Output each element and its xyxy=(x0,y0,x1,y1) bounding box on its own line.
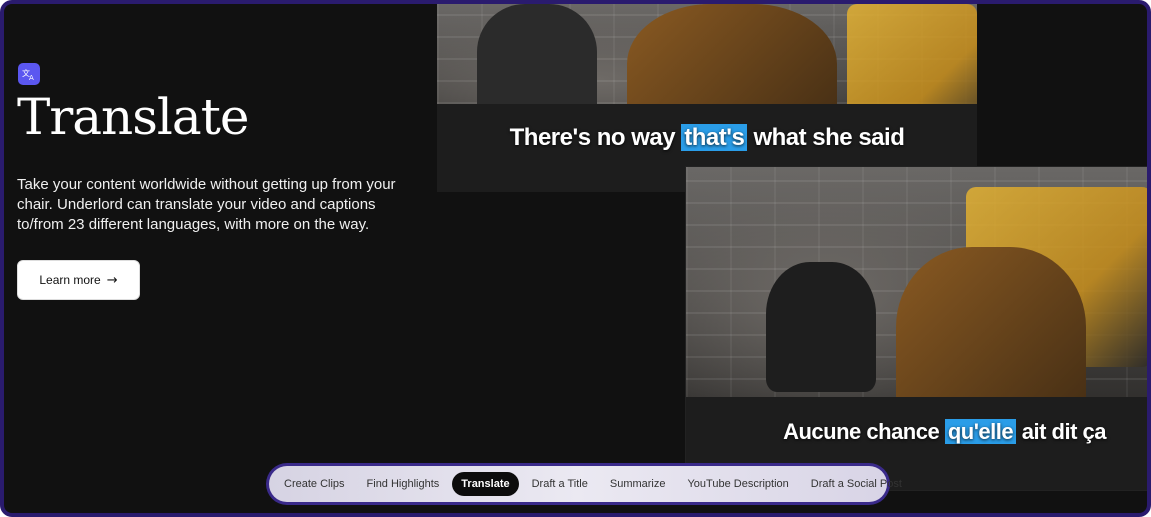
tab-summarize[interactable]: Summarize xyxy=(601,472,675,496)
feature-tabs: Create Clips Find Highlights Translate Draf… xyxy=(266,463,902,505)
tab-create-clips[interactable]: Create Clips xyxy=(275,472,354,496)
caption-highlight: qu'elle xyxy=(944,419,1017,444)
learn-more-button[interactable]: Learn more → xyxy=(17,260,140,300)
tab-find-highlights[interactable]: Find Highlights xyxy=(358,472,449,496)
tabs-track: Create Clips Find Highlights Translate Draf… xyxy=(269,466,902,502)
translate-glyph: 文 A xyxy=(22,68,34,81)
caption-highlight: that's xyxy=(681,124,748,151)
svg-text:A: A xyxy=(29,74,34,81)
translated-caption: Aucune chance qu'elle ait dit ça xyxy=(686,419,1147,445)
translate-icon: 文 A xyxy=(18,63,40,85)
caption-text: Aucune chance xyxy=(783,419,945,444)
feature-title: Translate xyxy=(17,88,249,146)
caption-text: what she said xyxy=(747,124,905,151)
learn-more-label: Learn more xyxy=(39,273,101,287)
arrow-right-icon: → xyxy=(106,272,118,288)
host-left xyxy=(766,262,876,392)
tab-youtube-description[interactable]: YouTube Description xyxy=(678,472,797,496)
feature-card: 文 A Translate Take your content worldwid… xyxy=(0,0,1151,517)
original-video-frame: There's no way that's what she said xyxy=(437,4,977,192)
tab-translate[interactable]: Translate xyxy=(452,472,519,496)
caption-text: ait dit ça xyxy=(1016,419,1107,444)
translated-video-frame: Aucune chance qu'elle ait dit ça xyxy=(685,166,1147,491)
caption-text: There's no way xyxy=(509,124,682,151)
tab-draft-a-title[interactable]: Draft a Title xyxy=(523,472,597,496)
tab-draft-a-social-post[interactable]: Draft a Social Post xyxy=(802,472,911,496)
feature-description: Take your content worldwide without gett… xyxy=(17,176,396,233)
original-caption: There's no way that's what she said xyxy=(437,124,977,152)
